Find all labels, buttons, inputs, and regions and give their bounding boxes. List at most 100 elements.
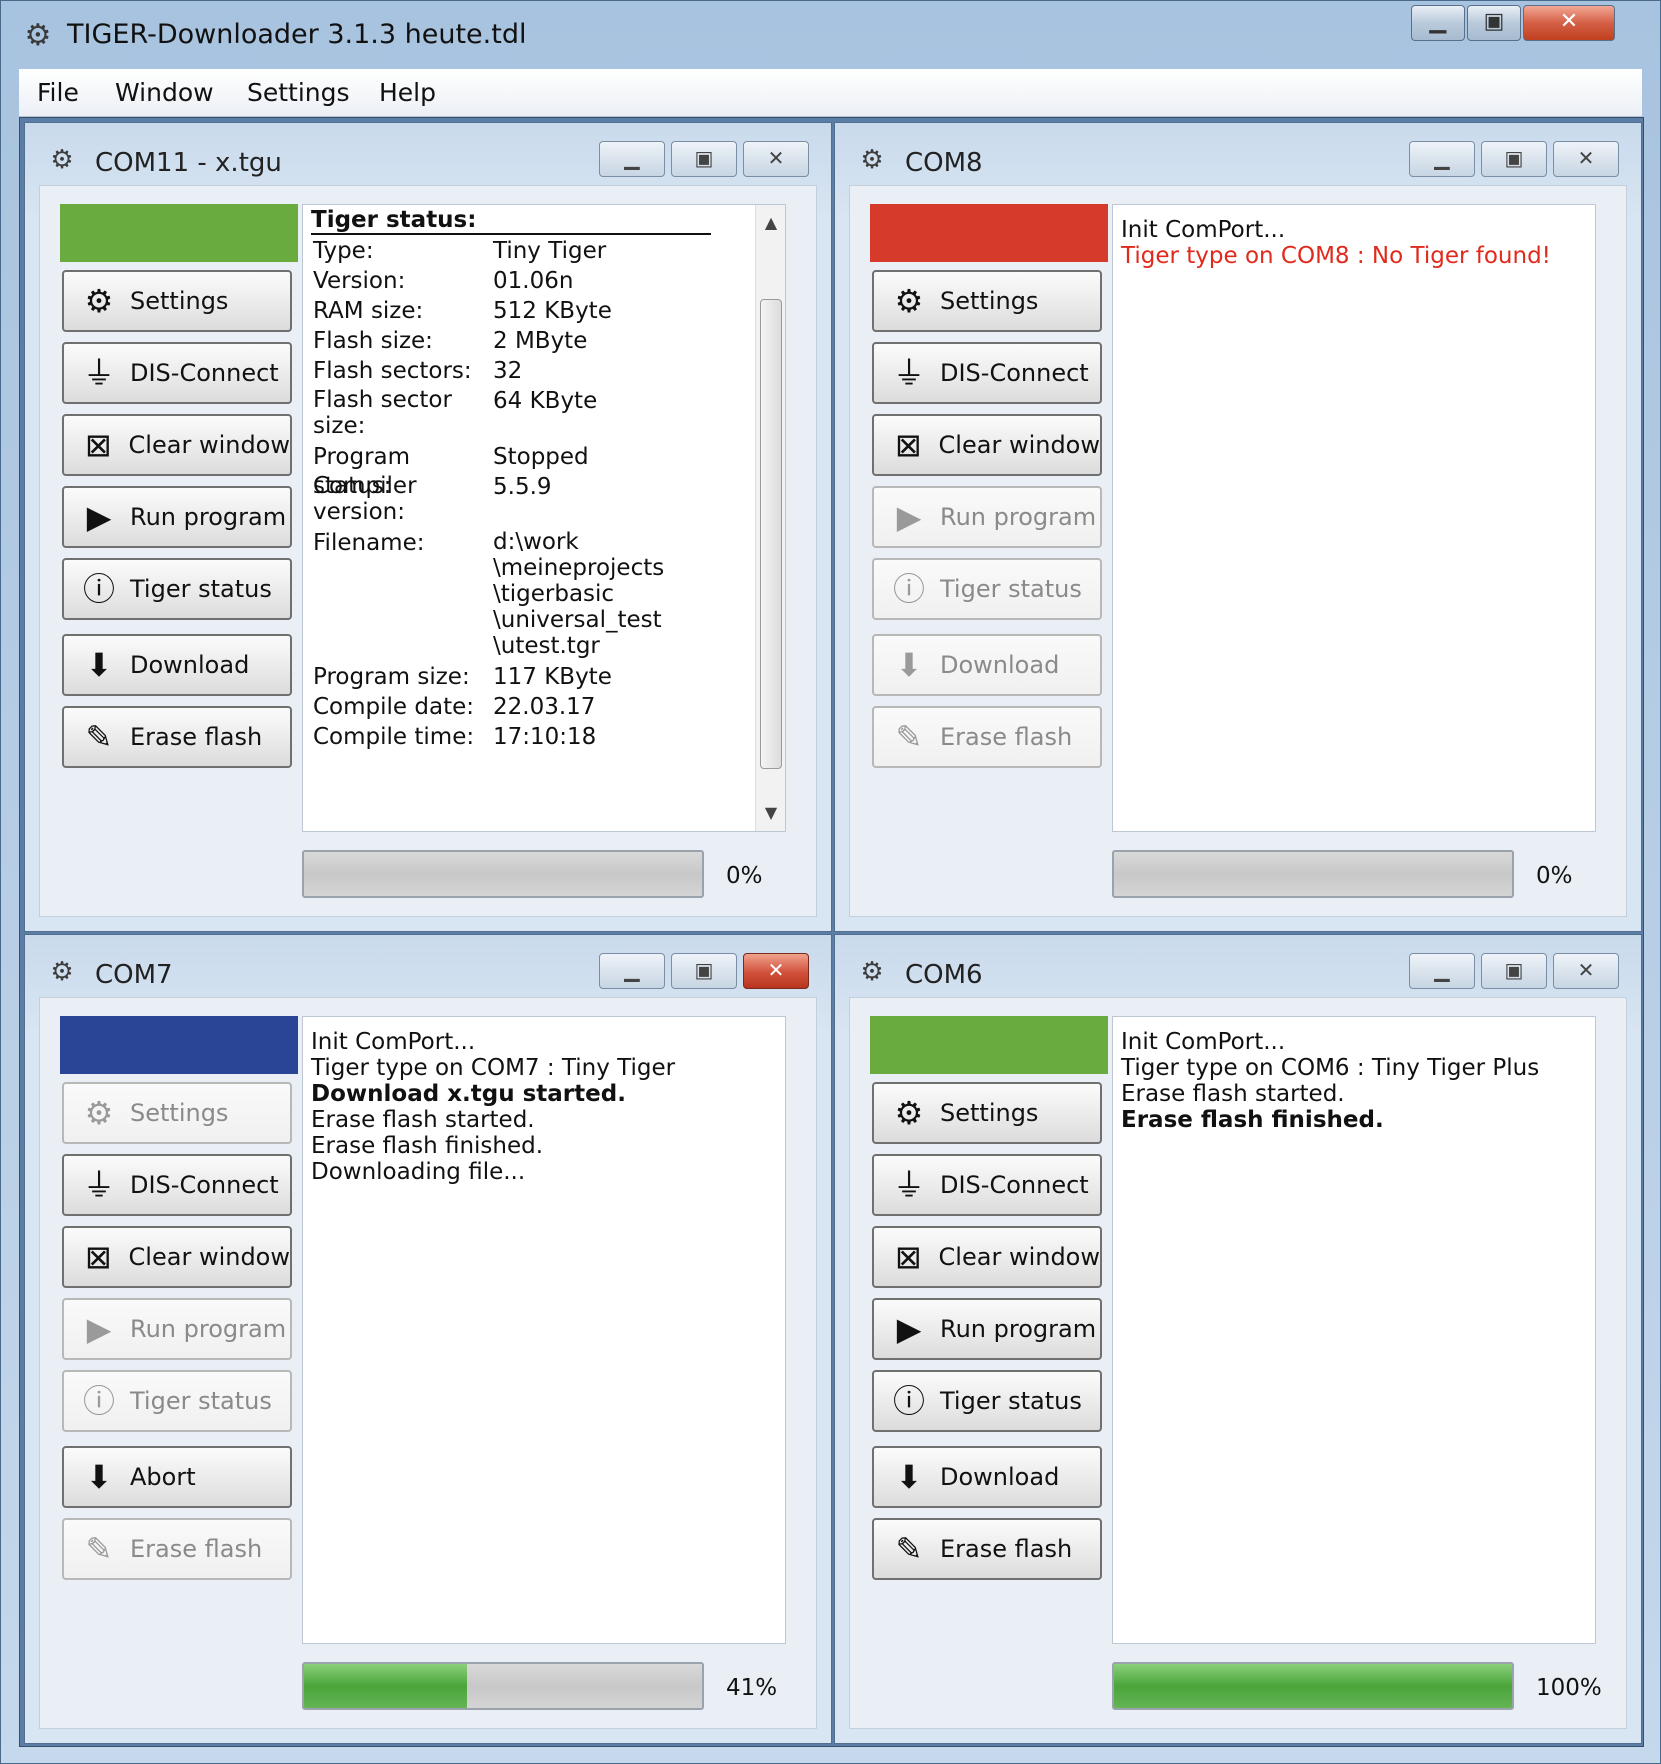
button-label: Tiger status bbox=[940, 575, 1082, 603]
download-button[interactable]: ⬇ Download bbox=[872, 634, 1102, 696]
app-title: TIGER-Downloader 3.1.3 heute.tdl bbox=[67, 19, 527, 50]
info-icon: ⓘ bbox=[892, 570, 925, 608]
download-button[interactable]: ⬇ Download bbox=[872, 1446, 1102, 1508]
erase-flash-button[interactable]: ✎ Erase flash bbox=[62, 1518, 292, 1580]
child-window-com11[interactable]: ⚙ COM11 - x.tgu ▁ ▣ ✕ ⚙ Settings ⏚ DIS-Connect ⊠ C… bbox=[24, 122, 832, 932]
minimize-button[interactable]: ▁ bbox=[1411, 5, 1465, 41]
button-label: DIS-Connect bbox=[130, 359, 279, 387]
child-window-controls: ▁ ▣ ✕ bbox=[1403, 953, 1619, 989]
button-label: Settings bbox=[940, 287, 1039, 315]
download-button[interactable]: ⬇ Download bbox=[62, 634, 292, 696]
dis-connect-button[interactable]: ⏚ DIS-Connect bbox=[872, 1154, 1102, 1216]
child-window-com8[interactable]: ⚙ COM8 ▁ ▣ ✕ ⚙ Settings ⏚ DIS-Connect ⊠ Clear wind… bbox=[834, 122, 1642, 932]
dis-connect-button[interactable]: ⏚ DIS-Connect bbox=[872, 342, 1102, 404]
maximize-button[interactable]: ▣ bbox=[1467, 5, 1521, 41]
child-minimize-button[interactable]: ▁ bbox=[1409, 953, 1475, 989]
scroll-thumb[interactable] bbox=[760, 299, 782, 769]
child-tiger-icon: ⚙ bbox=[860, 145, 884, 175]
child-window-title: COM6 bbox=[905, 960, 983, 990]
child-close-button[interactable]: ✕ bbox=[743, 953, 809, 989]
settings-button[interactable]: ⚙ Settings bbox=[872, 1082, 1102, 1144]
child-client-area: ⚙ Settings ⏚ DIS-Connect ⊠ Clear window ▶ Run p… bbox=[849, 997, 1627, 1729]
button-label: Abort bbox=[130, 1463, 196, 1491]
log-line: Download x.tgu started. bbox=[311, 1081, 626, 1107]
tiger-status-panel[interactable]: Tiger status: Type: Tiny Tiger Version: 01.0… bbox=[302, 204, 786, 832]
menu-help[interactable]: Help bbox=[379, 77, 436, 109]
log-output[interactable]: Init ComPort... Tiger type on COM8 : No T… bbox=[1112, 204, 1596, 832]
tiger-status-button[interactable]: ⓘ Tiger status bbox=[872, 1370, 1102, 1432]
run-icon: ▶ bbox=[896, 498, 922, 536]
child-maximize-button[interactable]: ▣ bbox=[671, 953, 737, 989]
settings-button[interactable]: ⚙ Settings bbox=[62, 270, 292, 332]
child-minimize-button[interactable]: ▁ bbox=[599, 953, 665, 989]
log-line: Downloading file... bbox=[311, 1159, 526, 1185]
run-program-button[interactable]: ▶ Run program bbox=[62, 1298, 292, 1360]
child-maximize-button[interactable]: ▣ bbox=[671, 141, 737, 177]
child-minimize-button[interactable]: ▁ bbox=[1409, 141, 1475, 177]
child-maximize-button[interactable]: ▣ bbox=[1481, 141, 1547, 177]
download-icon: ⬇ bbox=[85, 646, 113, 684]
status-value: d:\work \meineprojects \tigerbasic \univers… bbox=[493, 529, 665, 659]
erase-flash-button[interactable]: ✎ Erase flash bbox=[872, 1518, 1102, 1580]
gear-icon: ⚙ bbox=[894, 282, 924, 320]
status-key: Program size: bbox=[313, 664, 470, 690]
plug-icon: ⏚ bbox=[82, 354, 115, 392]
button-label: DIS-Connect bbox=[940, 359, 1089, 387]
erase-icon: ✎ bbox=[895, 1530, 923, 1568]
close-button[interactable]: ✕ bbox=[1523, 5, 1615, 41]
menu-settings[interactable]: Settings bbox=[247, 77, 350, 109]
download-icon: ⬇ bbox=[895, 646, 923, 684]
log-output[interactable]: Init ComPort... Tiger type on COM7 : Tiny… bbox=[302, 1016, 786, 1644]
child-maximize-button[interactable]: ▣ bbox=[1481, 953, 1547, 989]
run-program-button[interactable]: ▶ Run program bbox=[62, 486, 292, 548]
clear-window-button[interactable]: ⊠ Clear window bbox=[62, 414, 292, 476]
child-tiger-icon: ⚙ bbox=[860, 957, 884, 987]
settings-button[interactable]: ⚙ Settings bbox=[872, 270, 1102, 332]
tiger-status-button[interactable]: ⓘ Tiger status bbox=[872, 558, 1102, 620]
tiger-status-heading: Tiger status: bbox=[311, 207, 711, 235]
status-key: Compile time: bbox=[313, 724, 475, 750]
erase-flash-button[interactable]: ✎ Erase flash bbox=[62, 706, 292, 768]
clear-window-button[interactable]: ⊠ Clear window bbox=[872, 414, 1102, 476]
child-minimize-button[interactable]: ▁ bbox=[599, 141, 665, 177]
clear-window-button[interactable]: ⊠ Clear window bbox=[62, 1226, 292, 1288]
status-row: Filename: d:\work \meineprojects \tigerbasi… bbox=[313, 529, 664, 659]
child-close-button[interactable]: ✕ bbox=[1553, 141, 1619, 177]
erase-flash-button[interactable]: ✎ Erase flash bbox=[872, 706, 1102, 768]
clear-window-button[interactable]: ⊠ Clear window bbox=[872, 1226, 1102, 1288]
child-close-button[interactable]: ✕ bbox=[743, 141, 809, 177]
menu-window[interactable]: Window bbox=[115, 77, 214, 109]
clear-icon: ⊠ bbox=[84, 426, 112, 464]
erase-icon: ✎ bbox=[895, 718, 923, 756]
dis-connect-button[interactable]: ⏚ DIS-Connect bbox=[62, 1154, 292, 1216]
settings-button[interactable]: ⚙ Settings bbox=[62, 1082, 292, 1144]
run-program-button[interactable]: ▶ Run program bbox=[872, 486, 1102, 548]
status-row: Compiler version: 5.5.9 bbox=[313, 473, 552, 525]
child-window-com7[interactable]: ⚙ COM7 ▁ ▣ ✕ ⚙ Settings ⏚ DIS-Connect ⊠ Clear wind… bbox=[24, 934, 832, 1744]
child-window-com6[interactable]: ⚙ COM6 ▁ ▣ ✕ ⚙ Settings ⏚ DIS-Connect ⊠ Clear wind… bbox=[834, 934, 1642, 1744]
log-scrollbar[interactable]: ▲ ▼ bbox=[755, 205, 785, 831]
status-row: Flash sectors: 32 bbox=[313, 357, 522, 386]
child-close-button[interactable]: ✕ bbox=[1553, 953, 1619, 989]
button-label: Download bbox=[940, 651, 1060, 679]
tiger-status-button[interactable]: ⓘ Tiger status bbox=[62, 1370, 292, 1432]
scroll-up-arrow[interactable]: ▲ bbox=[756, 209, 785, 237]
child-window-controls: ▁ ▣ ✕ bbox=[593, 953, 809, 989]
dis-connect-button[interactable]: ⏚ DIS-Connect bbox=[62, 342, 292, 404]
log-line: Tiger type on COM7 : Tiny Tiger bbox=[311, 1055, 676, 1081]
button-label: Tiger status bbox=[130, 575, 272, 603]
menu-file[interactable]: File bbox=[37, 77, 79, 109]
scroll-down-arrow[interactable]: ▼ bbox=[756, 799, 785, 827]
progress-bar bbox=[1112, 850, 1514, 898]
run-icon: ▶ bbox=[896, 1310, 922, 1348]
log-line: Tiger type on COM8 : No Tiger found! bbox=[1121, 243, 1551, 269]
status-row: Compile date: 22.03.17 bbox=[313, 693, 595, 722]
child-window-title: COM8 bbox=[905, 148, 983, 178]
title-bar[interactable]: ⚙ TIGER-Downloader 3.1.3 heute.tdl ▁ ▣ ✕ bbox=[1, 1, 1660, 67]
button-label: DIS-Connect bbox=[130, 1171, 279, 1199]
tiger-status-button[interactable]: ⓘ Tiger status bbox=[62, 558, 292, 620]
log-output[interactable]: Init ComPort... Tiger type on COM6 : Tiny… bbox=[1112, 1016, 1596, 1644]
status-row: Compile time: 17:10:18 bbox=[313, 723, 596, 752]
run-program-button[interactable]: ▶ Run program bbox=[872, 1298, 1102, 1360]
abort-button[interactable]: ⬇ Abort bbox=[62, 1446, 292, 1508]
